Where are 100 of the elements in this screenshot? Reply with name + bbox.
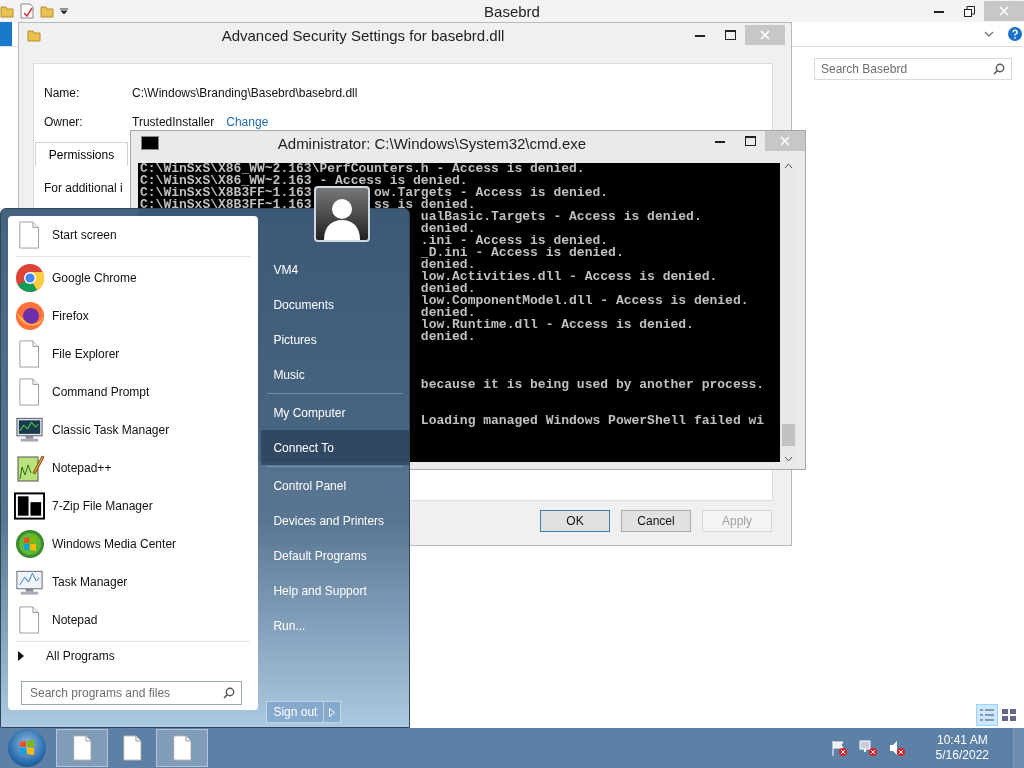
console-line: low.Runtime.dll - Access is denied.	[420, 319, 694, 331]
taskbar-button[interactable]	[56, 729, 108, 767]
start-menu-link[interactable]: Pictures	[261, 322, 409, 357]
field-value: C:\Windows\Branding\Basebrd\basebrd.dll	[132, 85, 358, 100]
console-line: ualBasic.Targets - Access is denied.	[420, 211, 702, 223]
close-icon	[760, 30, 770, 40]
document-icon	[171, 735, 193, 761]
program-item[interactable]: Google Chrome	[8, 259, 259, 297]
media-center-icon	[14, 529, 45, 559]
clock[interactable]: 10:41 AM 5/16/2022	[935, 733, 989, 763]
console-line: C:\WinSxS\X8B3FF~1.163	[140, 187, 312, 199]
console-line: .ini - Access is denied.	[420, 235, 609, 247]
start-menu-link[interactable]: Devices and Printers	[261, 503, 409, 538]
program-item[interactable]: Windows Media Center	[8, 525, 259, 563]
more-options-button[interactable]	[324, 701, 342, 723]
minimize-icon	[715, 139, 725, 143]
person-silhouette-icon	[322, 196, 362, 240]
console-line: C:\WinSxS\X86_WW~2.163 - Access is denied.	[140, 175, 468, 187]
program-item[interactable]: 7-Zip File Manager	[8, 487, 259, 525]
console-icon	[141, 136, 159, 150]
console-line: ss is denied.	[374, 199, 476, 211]
search-field[interactable]: Search Basebrd	[814, 58, 1012, 80]
info-text: For additional i	[44, 181, 123, 195]
windows-logo-icon	[17, 738, 37, 758]
scroll-thumb[interactable]	[782, 424, 795, 446]
document-icon	[18, 340, 41, 368]
console-line: C:\WinSxS\X86_WW~2.163\PerfCounters.h - Access is denied.	[140, 163, 585, 175]
search-field[interactable]: Search programs and files	[21, 681, 242, 705]
folder-icon	[40, 4, 54, 18]
monitor-icon	[14, 415, 45, 445]
dialog-button[interactable]: OK	[540, 510, 610, 532]
document-icon	[18, 221, 41, 249]
triangle-icon	[329, 707, 336, 717]
console-line: denied.	[420, 259, 476, 271]
change-link[interactable]: Change	[226, 114, 269, 129]
console-line: denied.	[420, 307, 476, 319]
document-icon	[18, 378, 41, 406]
close-icon	[999, 6, 1009, 16]
console-line: denied.	[420, 223, 476, 235]
scroll-up-icon	[784, 163, 793, 169]
window-title: Basebrd	[483, 2, 541, 20]
document-icon	[71, 735, 93, 761]
start-menu-link[interactable]: Documents	[261, 287, 409, 322]
document-icon	[18, 606, 41, 634]
all-programs-item[interactable]: All Programs	[8, 644, 259, 668]
maximize-icon	[724, 30, 736, 40]
minimize-icon	[695, 33, 705, 37]
field-label: Owner:	[44, 114, 84, 129]
dialog-button[interactable]: Cancel	[621, 510, 691, 532]
list-icon	[980, 709, 994, 721]
speaker-icon	[887, 739, 906, 757]
program-item[interactable]: Task Manager	[8, 563, 259, 601]
start-menu-link[interactable]: VM4	[261, 252, 409, 287]
start-menu-link[interactable]: Music	[261, 357, 409, 392]
console-line: low.Activities.dll - Access is denied.	[420, 271, 718, 283]
program-item[interactable]: Firefox	[8, 297, 259, 335]
user-avatar[interactable]	[314, 186, 370, 242]
minimize-icon	[934, 9, 944, 13]
folder-icon	[0, 4, 14, 18]
start-menu-link[interactable]: Default Programs	[261, 538, 409, 573]
console-line: Loading managed Windows PowerShell failed wi	[420, 415, 765, 427]
search-icon	[993, 63, 1005, 75]
folder-icon	[27, 28, 41, 42]
console-line: low.ComponentModel.dll - Access is denied.	[420, 295, 749, 307]
console-title: Administrator: C:\Windows\System32\cmd.exe	[276, 134, 588, 152]
start-button[interactable]	[8, 729, 46, 767]
maximize-icon	[744, 136, 756, 146]
program-item[interactable]: Notepad	[8, 601, 259, 639]
triangle-icon	[18, 651, 24, 661]
search-icon	[223, 687, 235, 699]
properties-icon	[20, 3, 34, 19]
details-view-button[interactable]	[976, 704, 998, 726]
program-item[interactable]: Notepad++	[8, 449, 259, 487]
start-menu-link[interactable]: Control Panel	[261, 468, 409, 503]
program-item[interactable]: Start screen	[8, 216, 259, 254]
network-icon	[857, 739, 878, 757]
console-line: ow.Targets - Access is denied.	[374, 187, 609, 199]
close-icon	[780, 136, 790, 146]
scroll-down-icon	[784, 456, 793, 462]
console-line: because it is being used by another process.	[420, 379, 765, 391]
console-line: C:\WinSxS\X8B3FF~1.163	[140, 199, 312, 211]
taskbar-button[interactable]	[156, 729, 208, 767]
program-item[interactable]: Command Prompt	[8, 373, 259, 411]
console-line: denied.	[420, 331, 476, 343]
firefox-icon	[14, 301, 45, 331]
tab[interactable]: Permissions	[35, 142, 128, 166]
chevron-icon	[984, 31, 994, 37]
tiles-icon	[1002, 709, 1016, 721]
dialog-title: Advanced Security Settings for basebrd.dll	[220, 26, 506, 44]
notepad-plus-icon	[14, 453, 45, 483]
start-menu-link[interactable]: My Computer	[261, 395, 409, 430]
program-item[interactable]: File Explorer	[8, 335, 259, 373]
document-icon	[121, 735, 143, 761]
field-value: TrustedInstaller	[132, 114, 215, 129]
chrome-icon	[14, 263, 45, 293]
console-line: _D.ini - Access is denied.	[420, 247, 624, 259]
start-menu-link[interactable]: Connect To	[261, 430, 409, 465]
program-item[interactable]: Classic Task Manager	[8, 411, 259, 449]
restore-icon	[963, 5, 975, 17]
dropdown-icon	[60, 8, 68, 14]
